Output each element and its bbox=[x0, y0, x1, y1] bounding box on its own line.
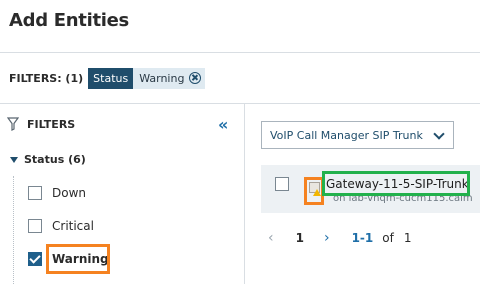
filter-option-label: Down bbox=[52, 186, 87, 200]
active-filters-label: FILTERS: (1) bbox=[9, 71, 84, 85]
page-of: of bbox=[382, 231, 394, 245]
page-title: Add Entities bbox=[9, 10, 129, 31]
current-page: 1 bbox=[295, 231, 304, 245]
filter-option-critical[interactable]: Critical bbox=[28, 219, 94, 233]
chevron-down-icon bbox=[433, 128, 445, 140]
filter-chip-key: Status bbox=[88, 67, 134, 89]
checkbox[interactable] bbox=[28, 186, 42, 200]
filter-option-down[interactable]: Down bbox=[28, 186, 86, 200]
next-page-icon[interactable]: › bbox=[324, 230, 330, 246]
row-checkbox[interactable] bbox=[275, 177, 289, 191]
entity-type-value: VoIP Call Manager SIP Trunk bbox=[270, 128, 423, 142]
status-group-toggle[interactable]: Status (6) bbox=[10, 153, 86, 166]
divider bbox=[0, 103, 480, 104]
funnel-icon bbox=[7, 117, 19, 131]
filters-panel-title: FILTERS bbox=[27, 117, 76, 131]
highlight-entity-name-box bbox=[322, 171, 470, 196]
filter-chip-value: Warning bbox=[139, 71, 185, 85]
remove-filter-icon[interactable] bbox=[189, 72, 202, 84]
active-filters-bar: FILTERS: (1) Status Warning bbox=[9, 67, 206, 89]
tree-guide bbox=[13, 176, 14, 284]
pagination: ‹ 1 › 1-1 of 1 bbox=[268, 230, 411, 246]
caret-down-icon bbox=[10, 156, 18, 163]
highlight-warning-box bbox=[46, 244, 110, 274]
panel-divider bbox=[244, 103, 245, 284]
status-group-label: Status (6) bbox=[24, 153, 86, 166]
filters-panel-header: FILTERS bbox=[7, 117, 75, 131]
checkbox[interactable] bbox=[28, 219, 42, 233]
entity-type-select[interactable]: VoIP Call Manager SIP Trunk bbox=[261, 121, 454, 149]
page-range: 1-1 bbox=[351, 231, 374, 245]
checkbox-checked[interactable] bbox=[28, 252, 42, 266]
prev-page-icon[interactable]: ‹ bbox=[268, 230, 274, 246]
collapse-panel-icon[interactable]: « bbox=[218, 115, 228, 134]
page-total: 1 bbox=[403, 231, 412, 245]
filter-chip: Warning bbox=[133, 67, 206, 89]
divider bbox=[0, 52, 480, 53]
highlight-status-icon-box bbox=[304, 177, 324, 205]
filter-option-label: Critical bbox=[52, 219, 94, 233]
